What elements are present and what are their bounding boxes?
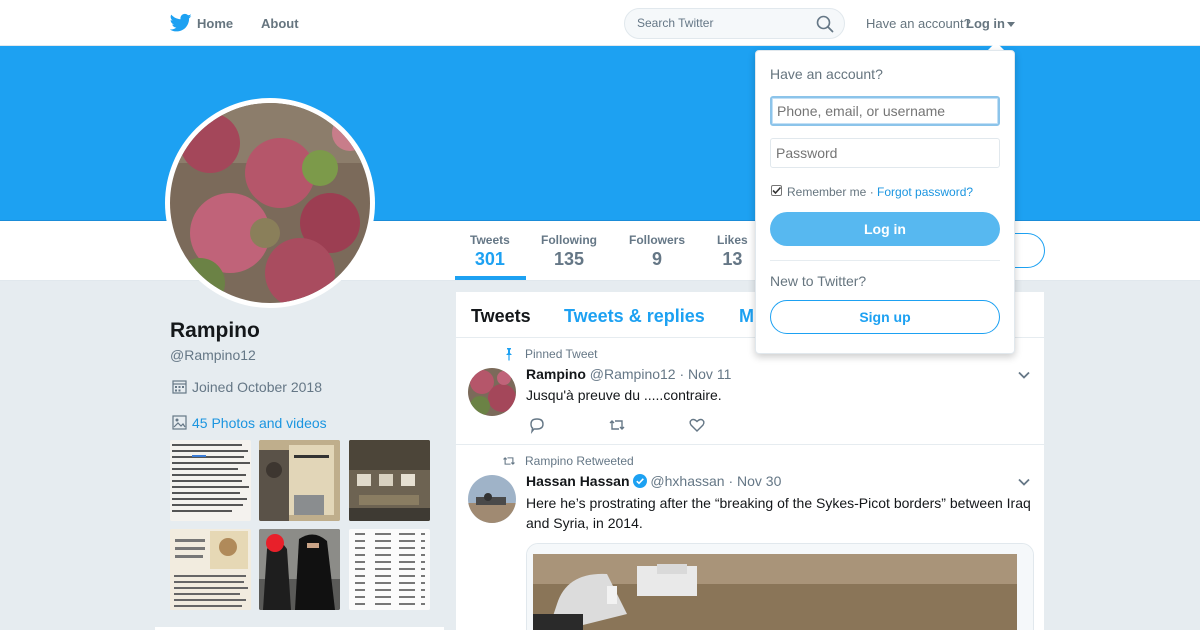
- tweet-author[interactable]: Rampino @Rampino12 · Nov 11: [526, 366, 731, 382]
- pin-icon: [506, 348, 512, 361]
- profile-name: Rampino: [170, 319, 260, 342]
- chevron-down-icon[interactable]: [1017, 368, 1031, 382]
- remember-me-row: Remember me · Forgot password?: [787, 185, 973, 199]
- stat-followers[interactable]: Followers 9: [629, 233, 685, 270]
- caret-down-icon: [1007, 22, 1015, 28]
- login-dropdown-toggle[interactable]: Log in: [966, 16, 1015, 31]
- top-nav: Home About Search Twitter Have an accoun…: [0, 0, 1200, 46]
- retweet-icon[interactable]: [608, 416, 626, 434]
- nav-about-link[interactable]: About: [261, 16, 299, 31]
- search-icon[interactable]: [816, 15, 834, 33]
- author-handle: @Rampino12: [589, 366, 676, 382]
- remember-me-label: Remember me ·: [787, 185, 874, 199]
- tab-tweets[interactable]: Tweets: [471, 306, 531, 327]
- profile-handle: @Rampino12: [170, 347, 256, 363]
- media-thumbnail[interactable]: [259, 529, 340, 610]
- login-link-label: Log in: [966, 16, 1005, 31]
- media-thumbnail[interactable]: [170, 529, 251, 610]
- twitter-bird-icon[interactable]: [170, 13, 192, 33]
- stat-value: 13: [722, 249, 743, 269]
- tab-media[interactable]: M: [739, 306, 754, 327]
- stat-tweets[interactable]: Tweets 301: [470, 233, 510, 270]
- password-input[interactable]: [770, 138, 1000, 168]
- stat-label: Likes: [717, 233, 748, 247]
- username-input[interactable]: [770, 96, 1000, 126]
- stat-value: 9: [652, 249, 663, 269]
- calendar-icon: [172, 380, 187, 394]
- author-name: Rampino: [526, 366, 586, 382]
- joined-date: Joined October 2018: [192, 379, 322, 395]
- check-icon: [772, 186, 782, 195]
- nav-home-link[interactable]: Home: [197, 16, 233, 31]
- dropdown-divider: [770, 260, 1000, 261]
- signup-button[interactable]: Sign up: [770, 300, 1000, 334]
- search-box[interactable]: Search Twitter: [624, 8, 845, 39]
- tab-tweets-replies[interactable]: Tweets & replies: [564, 306, 705, 327]
- image-icon: [172, 415, 187, 430]
- retweet-icon: [503, 457, 515, 465]
- remember-me-checkbox[interactable]: [771, 185, 782, 196]
- dropdown-title: Have an account?: [770, 66, 883, 82]
- media-thumbnail[interactable]: [349, 440, 430, 521]
- stat-label: Followers: [629, 233, 686, 247]
- pinned-label: Pinned Tweet: [525, 347, 598, 361]
- have-account-text: Have an account?: [866, 16, 971, 31]
- reply-icon[interactable]: [528, 416, 546, 434]
- stat-label: Following: [541, 233, 597, 247]
- avatar-image: [170, 103, 370, 303]
- like-icon[interactable]: [688, 416, 706, 434]
- chevron-down-icon[interactable]: [1017, 475, 1031, 489]
- stat-label: Tweets: [470, 233, 510, 247]
- stat-following[interactable]: Following 135: [541, 233, 597, 270]
- tweet-item[interactable]: Pinned Tweet Rampino @Rampino12 · Nov 11…: [456, 338, 1044, 445]
- stat-value: 301: [474, 249, 505, 269]
- media-thumbnail[interactable]: [170, 440, 251, 521]
- tweet-author[interactable]: Hassan Hassan @hxhassan · Nov 30: [526, 473, 781, 489]
- author-handle: @hxhassan: [650, 473, 725, 489]
- media-thumbnail[interactable]: [259, 440, 340, 521]
- active-stat-indicator: [455, 276, 526, 280]
- tweet-date[interactable]: · Nov 11: [679, 366, 731, 382]
- login-button[interactable]: Log in: [770, 212, 1000, 246]
- tweet-avatar[interactable]: [468, 475, 516, 523]
- login-dropdown: Have an account? Remember me · Forgot pa…: [755, 50, 1015, 354]
- tweet-avatar[interactable]: [468, 368, 516, 416]
- verified-icon: [632, 474, 647, 488]
- tweet-item[interactable]: Rampino Retweeted Hassan Hassan @hxhassa…: [456, 445, 1044, 630]
- stat-likes[interactable]: Likes 13: [717, 233, 748, 270]
- tweet-text: Here he’s prostrating after the “breakin…: [526, 495, 1031, 531]
- tweet-text: Jusqu'à preuve du .....contraire.: [526, 387, 722, 403]
- retweeted-label: Rampino Retweeted: [525, 454, 634, 468]
- forgot-password-link[interactable]: Forgot password?: [877, 185, 973, 199]
- profile-avatar[interactable]: [165, 98, 375, 308]
- author-name: Hassan Hassan: [526, 473, 630, 489]
- new-to-twitter-text: New to Twitter?: [770, 273, 867, 289]
- media-thumbnail[interactable]: [349, 529, 430, 610]
- stat-value: 135: [553, 249, 585, 269]
- photos-videos-link[interactable]: 45 Photos and videos: [192, 415, 327, 431]
- tweet-media[interactable]: [526, 543, 1034, 630]
- search-input[interactable]: Search Twitter: [637, 16, 713, 30]
- tweet-date[interactable]: · Nov 30: [728, 473, 781, 489]
